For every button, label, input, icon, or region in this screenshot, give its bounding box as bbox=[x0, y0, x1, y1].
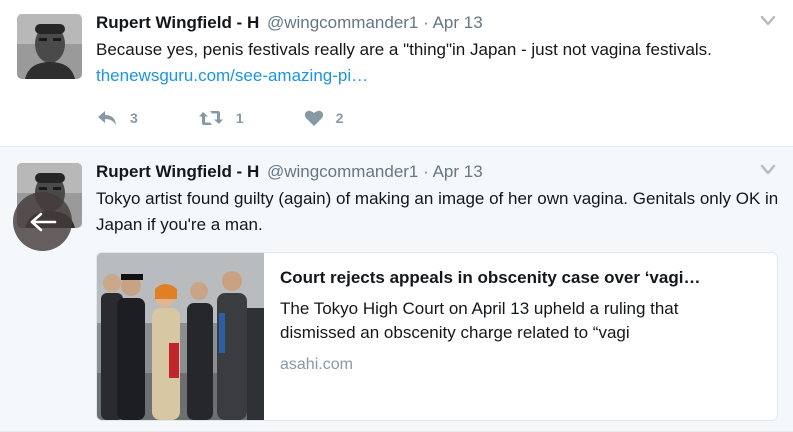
reply-count: 3 bbox=[130, 110, 138, 126]
retweet-count: 1 bbox=[235, 110, 244, 126]
chevron-down-icon[interactable] bbox=[760, 14, 776, 26]
like-button[interactable]: 2 bbox=[304, 109, 344, 127]
tweet-actions: 3 1 2 bbox=[96, 106, 403, 130]
back-button[interactable] bbox=[13, 192, 72, 251]
username[interactable]: @wingcommander1 bbox=[267, 13, 418, 32]
timestamp[interactable]: Apr 13 bbox=[433, 162, 483, 181]
tweet-text: Tokyo artist found guilty (again) of mak… bbox=[96, 189, 779, 234]
fullname[interactable]: Rupert Wingfield - H bbox=[96, 13, 259, 32]
chevron-down-icon[interactable] bbox=[760, 163, 776, 175]
card-title[interactable]: Court rejects appeals in obscenity case … bbox=[280, 265, 768, 291]
username[interactable]: @wingcommander1 bbox=[267, 162, 418, 181]
reply-button[interactable]: 3 bbox=[96, 109, 138, 127]
tweet[interactable]: Rupert Wingfield - H @wingcommander1 · A… bbox=[0, 0, 793, 147]
card-description: The Tokyo High Court on April 13 upheld … bbox=[280, 299, 679, 342]
timestamp[interactable]: Apr 13 bbox=[433, 13, 483, 32]
like-count: 2 bbox=[335, 110, 344, 126]
separator: · bbox=[423, 13, 429, 32]
card-domain: asahi.com bbox=[280, 356, 353, 373]
avatar[interactable] bbox=[17, 14, 82, 79]
card-image bbox=[97, 253, 264, 420]
tweet[interactable]: Rupert Wingfield - H @wingcommander1 · A… bbox=[0, 147, 793, 432]
arrow-left-icon bbox=[30, 212, 56, 231]
tweet-link[interactable]: thenewsguru.com/see-amazing-pi… bbox=[96, 66, 368, 85]
tweet-text-body: Because yes, penis festivals really are … bbox=[96, 40, 712, 59]
fullname[interactable]: Rupert Wingfield - H bbox=[96, 162, 259, 181]
separator: · bbox=[423, 162, 429, 181]
tweet-header: Rupert Wingfield - H @wingcommander1 · A… bbox=[96, 13, 483, 33]
reply-icon bbox=[98, 111, 116, 125]
tweet-header: Rupert Wingfield - H @wingcommander1 · A… bbox=[96, 162, 483, 182]
retweet-button[interactable]: 1 bbox=[198, 109, 244, 127]
retweet-icon bbox=[198, 111, 223, 125]
tweet-text: Because yes, penis festivals really are … bbox=[96, 37, 786, 89]
heart-icon bbox=[304, 110, 323, 126]
link-card[interactable]: Court rejects appeals in obscenity case … bbox=[96, 252, 778, 421]
card-body: Court rejects appeals in obscenity case … bbox=[280, 265, 768, 374]
